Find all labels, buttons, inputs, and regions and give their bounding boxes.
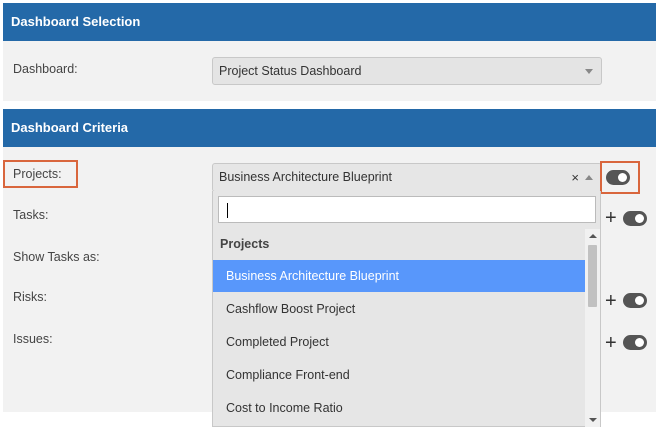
clear-icon[interactable]: × (571, 164, 579, 191)
issues-add-icon[interactable]: + (605, 333, 617, 353)
scroll-down-icon[interactable] (589, 418, 597, 422)
issues-label: Issues: (13, 332, 53, 346)
dashboard-criteria-header: Dashboard Criteria (3, 109, 656, 147)
risks-toggle[interactable] (623, 293, 647, 308)
chevron-up-icon (585, 175, 593, 180)
dropdown-group-label: Projects (220, 237, 270, 251)
tasks-label: Tasks: (13, 208, 49, 222)
scroll-up-icon[interactable] (589, 234, 597, 238)
dropdown-scrollbar[interactable] (585, 229, 600, 427)
risks-label: Risks: (13, 290, 48, 304)
tasks-add-icon[interactable]: + (605, 208, 617, 228)
dropdown-option[interactable]: Cost to Income Ratio (213, 392, 585, 424)
scrollbar-thumb[interactable] (588, 245, 597, 307)
dropdown-option[interactable]: Compliance Front-end (213, 359, 585, 391)
projects-dropdown: Projects Business Architecture Blueprint… (212, 191, 601, 427)
dashboard-select-value: Project Status Dashboard (219, 64, 362, 78)
dropdown-option[interactable]: Completed Project (213, 326, 585, 358)
text-cursor (227, 203, 228, 218)
dashboard-selection-header: Dashboard Selection (3, 3, 656, 41)
risks-add-icon[interactable]: + (605, 291, 617, 311)
projects-label: Projects: (13, 167, 62, 181)
dashboard-select[interactable]: Project Status Dashboard (212, 57, 602, 85)
tasks-toggle[interactable] (623, 211, 647, 226)
projects-toggle[interactable] (606, 170, 630, 185)
chevron-down-icon (585, 69, 593, 74)
projects-select[interactable]: Business Architecture Blueprint × (212, 163, 602, 192)
dashboard-label: Dashboard: (13, 62, 78, 76)
dropdown-option[interactable]: Cashflow Boost Project (213, 293, 585, 325)
dropdown-option[interactable]: Business Architecture Blueprint (213, 260, 585, 292)
projects-select-value: Business Architecture Blueprint (219, 170, 393, 184)
issues-toggle[interactable] (623, 335, 647, 350)
dropdown-search-input[interactable] (218, 196, 596, 223)
show-tasks-as-label: Show Tasks as: (13, 250, 100, 264)
